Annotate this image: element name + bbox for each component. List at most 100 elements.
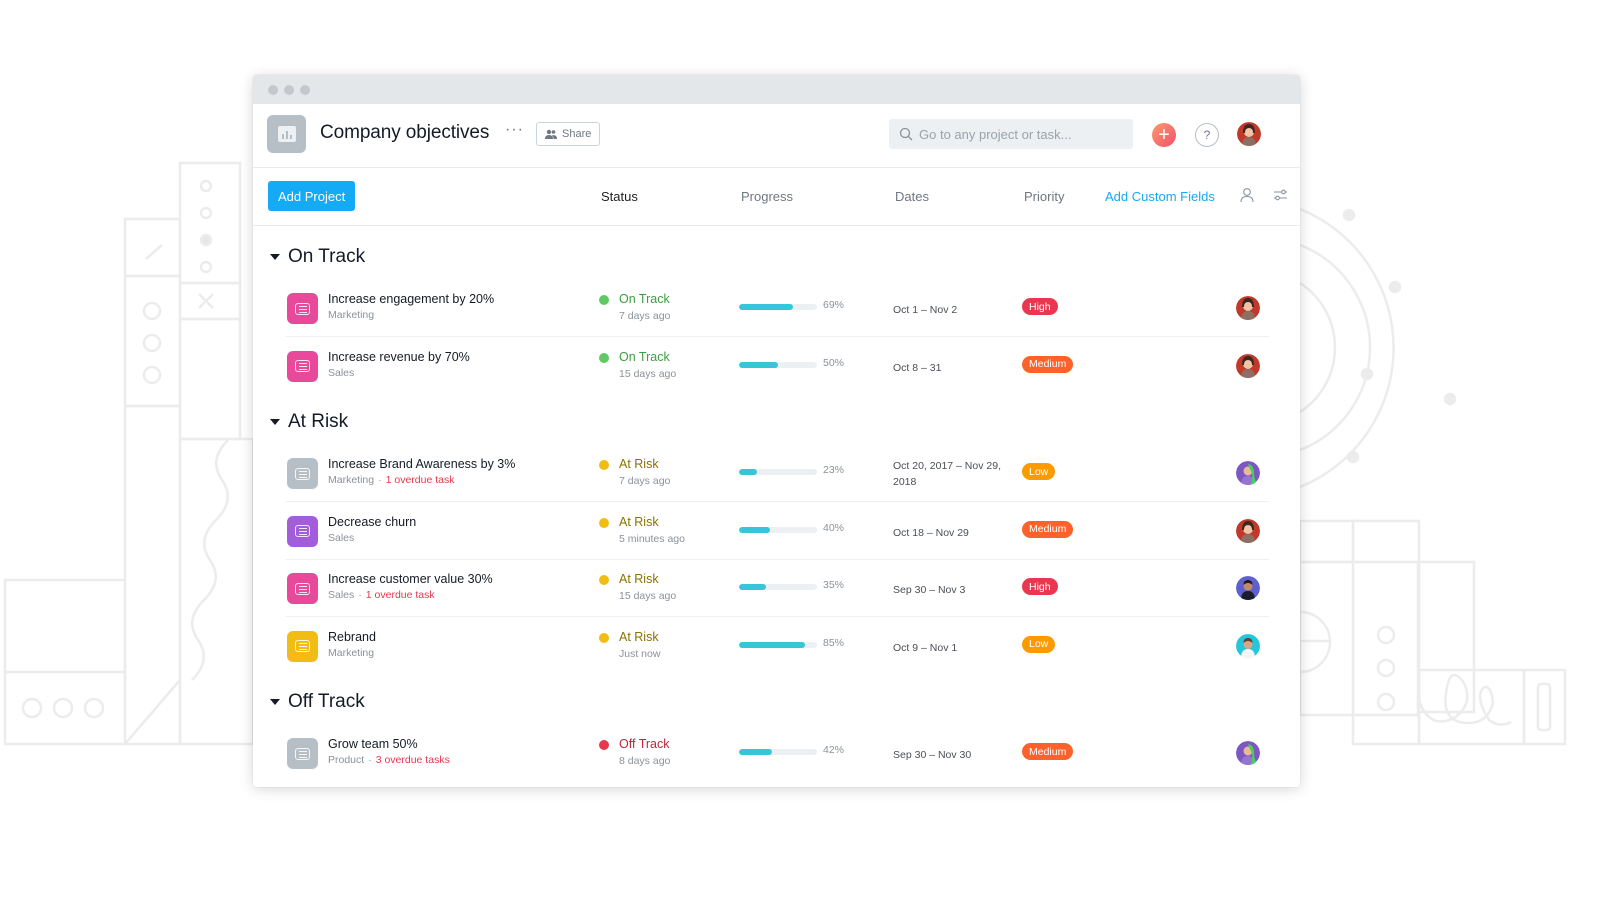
project-row[interactable]: Increase Brand Awareness by 3% Marketing ·… — [286, 445, 1269, 502]
progress-bar — [739, 641, 817, 648]
caret-down-icon[interactable] — [270, 699, 280, 705]
status-label[interactable]: Off Track — [619, 737, 669, 751]
window-minimize-button[interactable] — [284, 85, 294, 95]
status-label[interactable]: On Track — [619, 292, 670, 306]
section-header[interactable]: At Risk — [270, 411, 348, 433]
progress-bar — [739, 584, 817, 590]
status-label[interactable]: At Risk — [619, 572, 659, 586]
progress-fill — [739, 749, 772, 755]
share-button[interactable]: Share — [536, 122, 601, 146]
date-range[interactable]: Oct 1 – Nov 2 — [893, 302, 1003, 318]
project-team: Sales — [328, 589, 355, 601]
column-header-dates[interactable]: Dates — [895, 189, 929, 204]
owner-avatar[interactable] — [1236, 353, 1260, 378]
project-row[interactable]: Grow team 50% Product · 3 overdue tasks Off … — [286, 725, 1269, 782]
project-name[interactable]: Increase Brand Awareness by 3% — [328, 457, 515, 471]
column-header-bar: Add Project Status Progress Dates Priori… — [253, 168, 1300, 226]
window-close-button[interactable] — [268, 85, 278, 95]
column-header-priority[interactable]: Priority — [1024, 189, 1064, 204]
owner-avatar[interactable] — [1236, 461, 1260, 485]
status-dot — [599, 352, 609, 363]
progress-percent: 85% — [823, 636, 845, 649]
priority-badge[interactable]: High — [1022, 578, 1058, 595]
search-bar[interactable] — [889, 119, 1133, 149]
search-icon — [899, 127, 913, 141]
status-dot — [599, 632, 609, 643]
status-label[interactable]: On Track — [619, 350, 670, 364]
status-updated-time: 7 days ago — [619, 475, 671, 487]
avatar-image — [1236, 576, 1260, 600]
section-header[interactable]: Off Track — [270, 691, 365, 713]
page-title: Company objectives — [320, 122, 490, 143]
project-row[interactable]: Increase revenue by 70% Sales On Track 15 d… — [286, 338, 1269, 395]
help-icon: ? — [1203, 128, 1211, 142]
window-maximize-button[interactable] — [300, 85, 310, 95]
add-project-button[interactable]: Add Project — [268, 181, 356, 211]
date-range[interactable]: Oct 9 – Nov 1 — [893, 640, 1003, 656]
project-name[interactable]: Increase customer value 30% — [328, 572, 493, 586]
owner-avatar[interactable] — [1236, 633, 1260, 658]
caret-down-icon[interactable] — [270, 419, 280, 425]
overdue-tasks-link[interactable]: 1 overdue task — [386, 474, 455, 486]
quick-add-button[interactable]: + — [1152, 123, 1176, 147]
overdue-tasks-link[interactable]: 1 overdue task — [366, 589, 435, 601]
progress-percent: 40% — [823, 521, 845, 534]
date-range[interactable]: Sep 30 – Nov 3 — [893, 582, 1003, 598]
progress-fill — [739, 304, 793, 310]
project-name[interactable]: Increase revenue by 70% — [328, 350, 470, 364]
user-avatar[interactable] — [1237, 122, 1261, 146]
priority-badge[interactable]: Medium — [1022, 743, 1074, 760]
progress-percent: 42% — [823, 744, 845, 756]
priority-badge[interactable]: Medium — [1022, 520, 1074, 538]
priority-badge[interactable]: Medium — [1022, 355, 1074, 373]
project-header: Company objectives ··· Share + ? — [253, 104, 1300, 168]
status-label[interactable]: At Risk — [619, 630, 659, 644]
more-options-button[interactable]: ··· — [505, 121, 524, 139]
status-label[interactable]: At Risk — [619, 457, 659, 471]
owner-avatar[interactable] — [1236, 296, 1260, 320]
chart-icon — [267, 115, 306, 153]
progress-bar — [739, 749, 817, 755]
project-team: Marketing — [328, 646, 375, 659]
priority-badge[interactable]: High — [1022, 298, 1058, 315]
project-team: Sales — [328, 531, 355, 544]
date-range[interactable]: Oct 8 – 31 — [893, 360, 1003, 376]
project-name[interactable]: Grow team 50% — [328, 737, 418, 751]
help-button[interactable]: ? — [1195, 123, 1219, 147]
date-range[interactable]: Oct 18 – Nov 29 — [893, 525, 1003, 541]
priority-badge[interactable]: Low — [1022, 635, 1056, 653]
person-icon[interactable] — [1240, 187, 1254, 203]
priority-badge[interactable]: Low — [1022, 463, 1056, 480]
project-row[interactable]: Decrease churn Sales At Risk 5 minutes ago 4… — [286, 503, 1269, 560]
project-row[interactable]: Rebrand Marketing At Risk Just now 85% Oct 9 … — [286, 618, 1269, 675]
progress-fill — [739, 361, 778, 368]
search-input[interactable] — [919, 126, 1119, 142]
column-header-status[interactable]: Status — [601, 189, 638, 204]
project-name[interactable]: Decrease churn — [328, 515, 416, 529]
status-updated-time: 8 days ago — [619, 755, 671, 767]
avatar-image — [1236, 353, 1260, 378]
owner-avatar[interactable] — [1236, 576, 1260, 600]
caret-down-icon[interactable] — [270, 254, 280, 260]
date-range[interactable]: Oct 20, 2017 – Nov 29, 2018 — [893, 458, 1003, 490]
status-label[interactable]: At Risk — [619, 515, 659, 529]
project-name[interactable]: Increase engagement by 20% — [328, 292, 494, 306]
owner-avatar[interactable] — [1236, 518, 1260, 543]
column-header-progress[interactable]: Progress — [741, 189, 793, 204]
share-label: Share — [562, 128, 592, 140]
progress-percent: 69% — [823, 299, 845, 311]
project-name[interactable]: Rebrand — [328, 630, 376, 644]
status-updated-time: 15 days ago — [619, 590, 677, 602]
section-header[interactable]: On Track — [270, 246, 365, 268]
sliders-icon[interactable] — [1273, 189, 1288, 201]
overdue-tasks-link[interactable]: 3 overdue tasks — [376, 754, 450, 766]
owner-avatar[interactable] — [1236, 741, 1260, 765]
progress-fill — [739, 584, 767, 590]
add-custom-fields-link[interactable]: Add Custom Fields — [1105, 189, 1215, 204]
app-window: Company objectives ··· Share + ? Add Pro… — [253, 75, 1300, 787]
date-range[interactable]: Sep 30 – Nov 30 — [893, 747, 1003, 763]
separator: · — [358, 589, 362, 601]
project-row[interactable]: Increase customer value 30% Sales · 1 overd… — [286, 560, 1269, 617]
people-icon — [545, 129, 557, 139]
project-row[interactable]: Increase engagement by 20% Marketing On Tr… — [286, 280, 1269, 337]
